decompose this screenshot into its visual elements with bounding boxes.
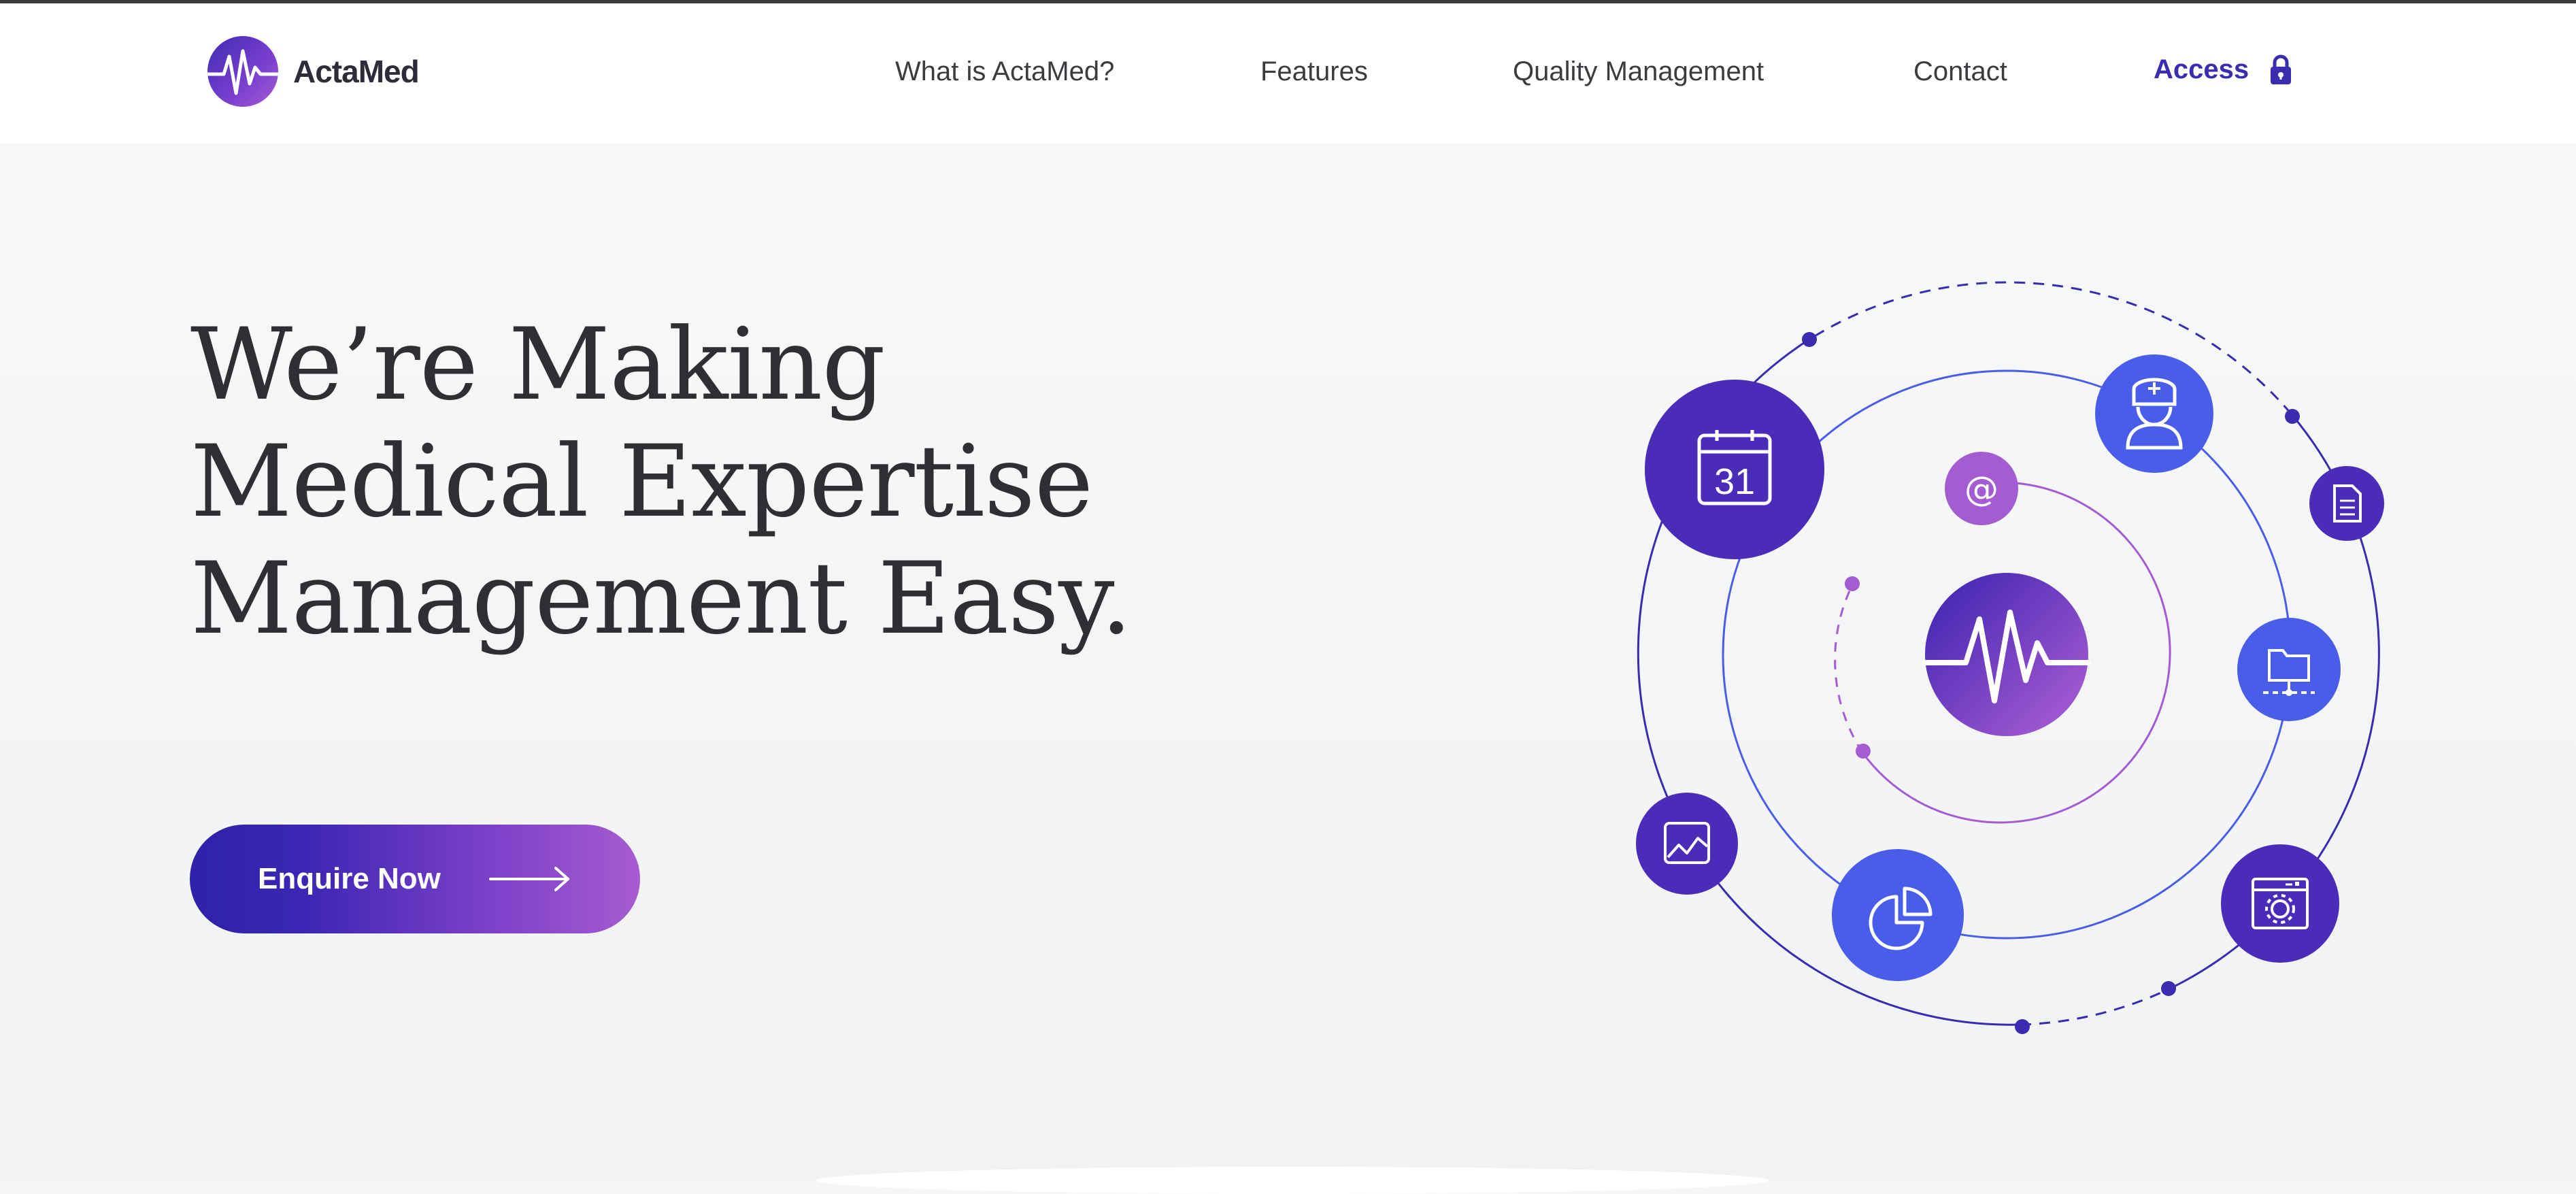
- orbit-illustration: 31 @: [1636, 281, 2384, 1034]
- lock-icon: [2269, 54, 2292, 85]
- orbit-dot: [1845, 576, 1860, 591]
- logo[interactable]: ActaMed: [207, 36, 420, 107]
- settings-window-icon: [2221, 844, 2339, 963]
- nav-access-link[interactable]: Access: [2154, 54, 2292, 85]
- calendar-icon: 31: [1645, 380, 1824, 559]
- orbit-dot: [2015, 1019, 2030, 1034]
- at-sign-icon: @: [1945, 452, 2018, 525]
- nav-item-contact[interactable]: Contact: [1913, 56, 2007, 87]
- headline-line-3: Management Easy.: [190, 540, 1132, 657]
- headline-line-1: We’re Making: [190, 306, 886, 422]
- logo-mark-icon: [207, 36, 278, 107]
- enquire-now-label: Enquire Now: [258, 862, 441, 895]
- nav-item-features[interactable]: Features: [1260, 56, 1368, 87]
- heartbeat-logo-icon: [1922, 573, 2091, 736]
- orbit-dot: [2161, 981, 2176, 996]
- navbar: ActaMed What is ActaMed? Features Qualit…: [0, 3, 2576, 144]
- orbit-dot: [1856, 744, 1871, 759]
- logo-text: ActaMed: [293, 54, 420, 89]
- nav-item-quality-management[interactable]: Quality Management: [1513, 56, 1764, 87]
- arrow-right-icon: [489, 867, 569, 891]
- bottom-curve-divider: [816, 1167, 1769, 1194]
- doctor-icon: [2095, 354, 2213, 473]
- orbit-dot: [1802, 332, 1817, 347]
- image-chart-icon: [1636, 793, 1738, 895]
- document-icon: [2309, 466, 2384, 541]
- enquire-now-button[interactable]: Enquire Now: [190, 825, 640, 933]
- svg-text:@: @: [1964, 469, 1998, 509]
- folder-network-icon: [2237, 618, 2341, 721]
- nav-item-what-is-actamed[interactable]: What is ActaMed?: [895, 56, 1114, 87]
- hero-headline: We’re Making Medical Expertise Managemen…: [190, 306, 1211, 657]
- access-label: Access: [2154, 54, 2249, 84]
- pie-chart-icon: [1832, 849, 1964, 981]
- orbit-dot: [2285, 409, 2300, 424]
- headline-line-2: Medical Expertise: [190, 423, 1093, 540]
- calendar-day: 31: [1714, 461, 1755, 502]
